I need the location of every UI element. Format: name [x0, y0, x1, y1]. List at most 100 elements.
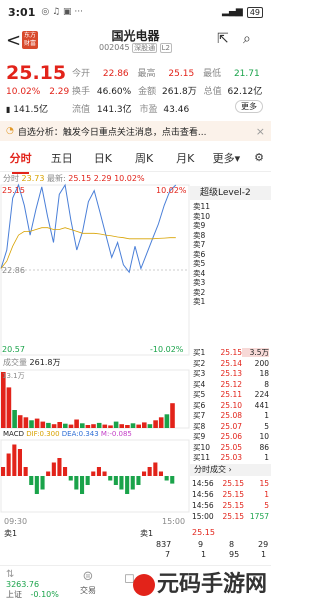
ask-price — [212, 278, 242, 287]
gear-icon[interactable]: ⚙ — [247, 151, 271, 164]
open-value: 22.86 — [102, 69, 129, 79]
watermark-logo — [132, 574, 155, 596]
ask-volume — [242, 240, 269, 249]
macd-bar — [34, 476, 39, 494]
amount-label: 金额 — [138, 87, 157, 97]
change-amt: 2.29 — [49, 87, 70, 97]
index-value: 3263.76 — [6, 580, 40, 589]
tab-monthly-k[interactable]: 月K — [165, 150, 206, 166]
bid-row: 买8 25.07 5 — [190, 422, 271, 431]
ask-price — [212, 250, 242, 259]
bid-label: 买2 — [193, 358, 206, 368]
macd-dea: DEA:0.343 — [61, 430, 99, 438]
order-book[interactable]: 超级Level-2 卖11 卖10 卖9 卖8 卖7 卖6 卖5 卖4 卖3 卖2 卖1 买1 25.… — [190, 186, 271, 521]
notice-close-button[interactable]: × — [256, 125, 265, 138]
ask-label: 卖7 — [193, 240, 206, 249]
ask-price — [212, 297, 242, 306]
bid-volume: 200 — [254, 358, 269, 368]
macd-bar — [17, 449, 22, 476]
macd-bar — [113, 476, 118, 485]
y-axis-bottom: 20.57 — [2, 345, 25, 354]
volume-bar — [153, 420, 158, 428]
macd-bar — [102, 471, 107, 476]
ask-volume — [242, 221, 269, 230]
turnover-row: 换手 46.60% 金额 261.8万 总值 62.12亿 — [72, 84, 262, 97]
bid-label: 买11 — [193, 453, 211, 462]
tab-intraday[interactable]: 分时 — [0, 150, 41, 174]
macd-bar — [91, 471, 96, 476]
ask-label: 卖10 — [193, 211, 211, 221]
more-button[interactable]: 更多 — [235, 100, 263, 113]
macd-bar — [153, 462, 158, 476]
volume-bar — [136, 424, 141, 428]
trade-button[interactable]: ⊜ 交易 — [80, 569, 96, 596]
bid-volume: 5 — [264, 421, 269, 431]
bottom-row2-a: 837 — [156, 540, 172, 549]
macd-value: M:-0.085 — [100, 430, 132, 438]
intraday-chart[interactable]: 分时 23.73 最新: 25.15 2.29 10.02% 25.15 22.… — [0, 172, 190, 527]
ask-label: 卖2 — [193, 287, 206, 297]
bid-price: 25.15 — [220, 348, 242, 357]
volume-bar — [57, 422, 62, 428]
volume-bar — [46, 422, 51, 428]
level2-header[interactable]: 超级Level-2 — [190, 186, 271, 200]
bid-volume: 8 — [264, 379, 269, 389]
trade-price: 25.15 — [222, 479, 244, 488]
tab-five-day[interactable]: 五日 — [41, 150, 82, 166]
index-quote[interactable]: ⇅ 3263.76 上证 -0.10% — [6, 569, 59, 600]
trade-time: 15:00 — [192, 512, 214, 521]
change-pct: 10.02% — [6, 87, 41, 97]
share-icon[interactable]: ⇱ — [217, 31, 229, 47]
stock-header: < 东方财富 国光电器 002045 深股通 L2 ⇱ ⌕ — [0, 24, 271, 58]
level-tag: L2 — [159, 43, 172, 53]
bid-price: 25.11 — [220, 390, 242, 399]
bid-label: 买3 — [193, 369, 206, 378]
search-icon[interactable]: ⌕ — [243, 31, 251, 47]
volume-bar — [158, 417, 164, 428]
volume-bar — [170, 403, 175, 428]
volume-bar — [130, 423, 136, 428]
bid-volume: 10 — [259, 432, 269, 441]
tab-daily-k[interactable]: 日K — [82, 150, 123, 166]
notice-bar[interactable]: ◔ 自选分析：触发今日重点关注消息，点击查看... × — [0, 121, 271, 141]
volume-bar — [29, 420, 34, 428]
bid-volume: 18 — [259, 369, 269, 378]
ask-label: 卖11 — [193, 202, 211, 211]
macd-bar — [80, 476, 85, 494]
volume-bar — [68, 424, 74, 428]
bottom-row2-d: 29 — [258, 540, 269, 549]
notice-message: 触发今日重点关注消息，点击查看... — [62, 127, 207, 138]
ask-volume — [242, 269, 269, 278]
tab-weekly-k[interactable]: 周K — [124, 150, 165, 166]
volume-icon: ▮ — [6, 105, 11, 114]
current-price: 25.15 — [6, 62, 67, 84]
price-line — [0, 183, 177, 274]
chart-tabs: 分时 五日 日K 周K 月K 更多▾ ⚙ — [0, 144, 271, 174]
macd-bar — [142, 471, 147, 476]
volume-bar — [80, 423, 85, 428]
watermark-text: 元码手游网 — [156, 572, 267, 597]
macd-bar — [46, 471, 51, 476]
macd-bar — [68, 476, 73, 481]
pe-value: 43.46 — [163, 105, 190, 115]
bottom-nav: ⇅ 3263.76 上证 -0.10% ⊜ 交易 ◻ 元码手游网 — [0, 565, 271, 600]
ask-price — [212, 231, 242, 240]
volume-bar — [113, 421, 119, 428]
ask-row: 卖7 — [190, 240, 271, 249]
ask-row: 卖5 — [190, 259, 271, 268]
trade-price: 25.15 — [222, 512, 244, 521]
pe-label: 市盈 — [139, 105, 158, 115]
trade-volume: 1 — [264, 490, 269, 499]
macd-bar — [170, 476, 175, 484]
ask-volume — [242, 212, 269, 221]
status-right: ▂▄▆ 49 — [222, 6, 263, 18]
trade-row: 15:00 25.15 1757 — [190, 512, 271, 522]
tab-more[interactable]: 更多▾ — [206, 150, 247, 166]
trades-header[interactable]: 分时成交 › — [190, 464, 271, 476]
trade-volume: 15 — [259, 479, 269, 488]
bid-label: 买5 — [193, 390, 206, 399]
stock-name: 国光电器 — [111, 29, 160, 43]
volume-bar — [108, 425, 113, 428]
ask-volume — [242, 288, 269, 297]
open-row: 今开 22.86 最高 25.15 最低 21.71 — [72, 66, 260, 79]
